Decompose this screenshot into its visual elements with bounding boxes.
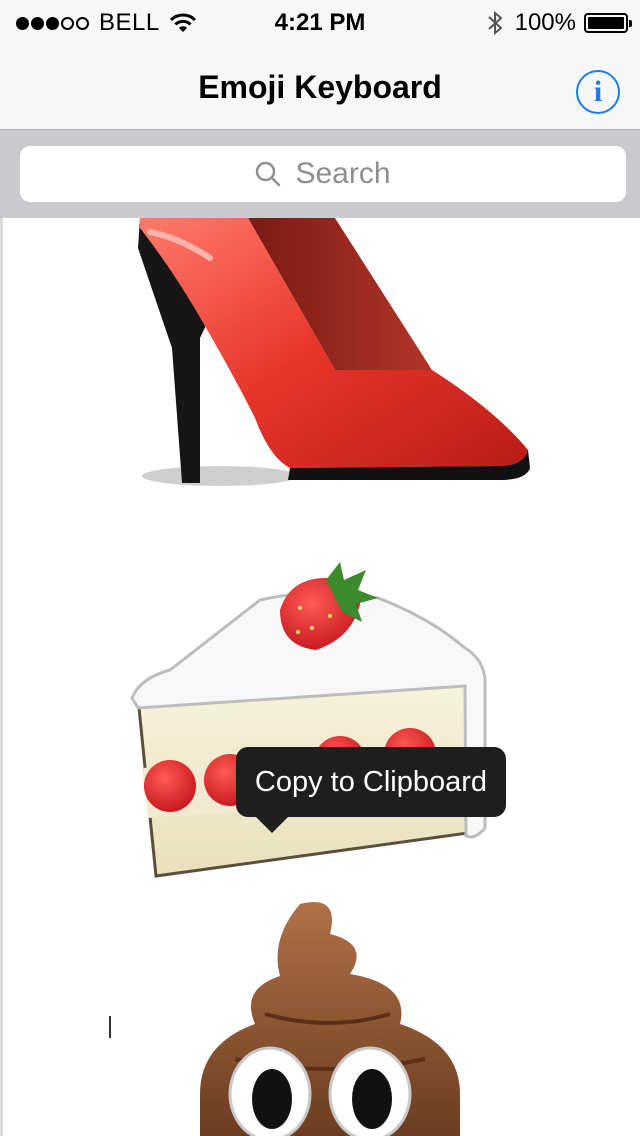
search-input[interactable]: Search xyxy=(20,146,626,202)
emoji-list xyxy=(0,218,640,1136)
emoji-item-shortcake[interactable] xyxy=(0,558,640,888)
bluetooth-icon xyxy=(487,10,503,36)
page-title: Emoji Keyboard xyxy=(198,69,442,105)
battery-icon xyxy=(584,13,632,33)
battery-fill xyxy=(588,17,624,29)
battery-percentage: 100% xyxy=(514,9,576,36)
high-heel-emoji xyxy=(138,218,530,486)
pile-of-poo-emoji xyxy=(200,902,460,1136)
info-icon: i xyxy=(593,75,603,108)
scroll-marker xyxy=(109,1016,111,1038)
search-icon xyxy=(256,161,281,187)
navigation-bar: Emoji Keyboard i xyxy=(0,44,640,130)
emoji-item-high-heel[interactable] xyxy=(0,218,640,538)
tooltip-label: Copy to Clipboard xyxy=(254,766,488,798)
emoji-item-pile-of-poo[interactable] xyxy=(0,894,640,1136)
status-right: 100% xyxy=(487,8,632,38)
tooltip-arrow xyxy=(256,817,288,833)
search-placeholder: Search xyxy=(295,157,391,190)
info-button[interactable]: i xyxy=(576,70,620,114)
status-bar: BELL 4:21 PM 100% xyxy=(0,0,640,44)
search-bar: Search xyxy=(0,130,640,218)
copy-to-clipboard-tooltip[interactable]: Copy to Clipboard xyxy=(236,747,506,833)
shortcake-emoji xyxy=(130,562,487,878)
